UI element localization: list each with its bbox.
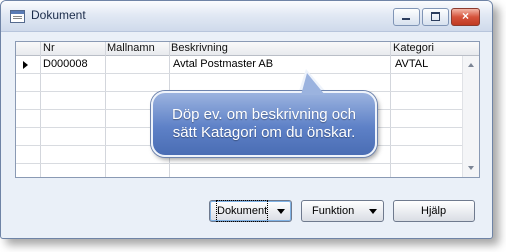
table-row[interactable] xyxy=(16,74,463,92)
column-header-beskrivning[interactable]: Beskrivning xyxy=(171,42,228,55)
minimize-icon xyxy=(402,18,410,20)
dokument-button-label: Dokument xyxy=(215,200,269,222)
title-bar[interactable]: Dokument × xyxy=(1,1,492,32)
vertical-scrollbar[interactable] xyxy=(462,56,479,177)
cell-kategori[interactable]: AVTAL xyxy=(395,56,428,73)
hjalp-button[interactable]: Hjälp xyxy=(393,200,475,222)
scroll-up-icon[interactable] xyxy=(468,63,474,67)
cell-beskrivning[interactable]: Avtal Postmaster AB xyxy=(173,56,273,73)
dropdown-arrow-icon xyxy=(277,209,285,214)
table-row[interactable]: D000008 Avtal Postmaster AB AVTAL xyxy=(16,56,463,74)
dokument-button[interactable]: Dokument xyxy=(209,200,292,222)
maximize-button[interactable] xyxy=(422,8,449,26)
balloon-tail xyxy=(301,73,325,95)
column-header-nr[interactable]: Nr xyxy=(43,42,55,55)
grid-header: Nr Mallnamn Beskrivning Kategori xyxy=(16,42,479,56)
dokument-window: Dokument × Nr Mallnamn Beskrivning Kateg… xyxy=(0,0,493,239)
scroll-down-icon[interactable] xyxy=(468,166,474,170)
hint-balloon: Döp ev. om beskrivning och sätt Katagori… xyxy=(151,91,377,157)
cell-nr[interactable]: D000008 xyxy=(43,56,88,73)
hjalp-button-label: Hjälp xyxy=(421,205,447,217)
close-button[interactable]: × xyxy=(451,8,480,26)
balloon-text: Döp ev. om beskrivning och sätt Katagori… xyxy=(153,106,375,142)
column-header-kategori[interactable]: Kategori xyxy=(393,42,434,55)
funktion-button[interactable]: Funktion xyxy=(301,200,384,222)
funktion-button-label: Funktion xyxy=(312,205,355,217)
column-header-mallnamn[interactable]: Mallnamn xyxy=(107,42,155,55)
dropdown-arrow-icon xyxy=(369,209,377,214)
minimize-button[interactable] xyxy=(393,8,420,26)
balloon-line-2: sätt Katagori om du önskar. xyxy=(172,124,356,141)
window-title: Dokument xyxy=(31,8,86,22)
close-icon: × xyxy=(461,9,469,23)
maximize-icon xyxy=(431,12,440,21)
table-window-icon xyxy=(10,10,25,23)
balloon-line-1: Döp ev. om beskrivning och xyxy=(172,106,356,123)
